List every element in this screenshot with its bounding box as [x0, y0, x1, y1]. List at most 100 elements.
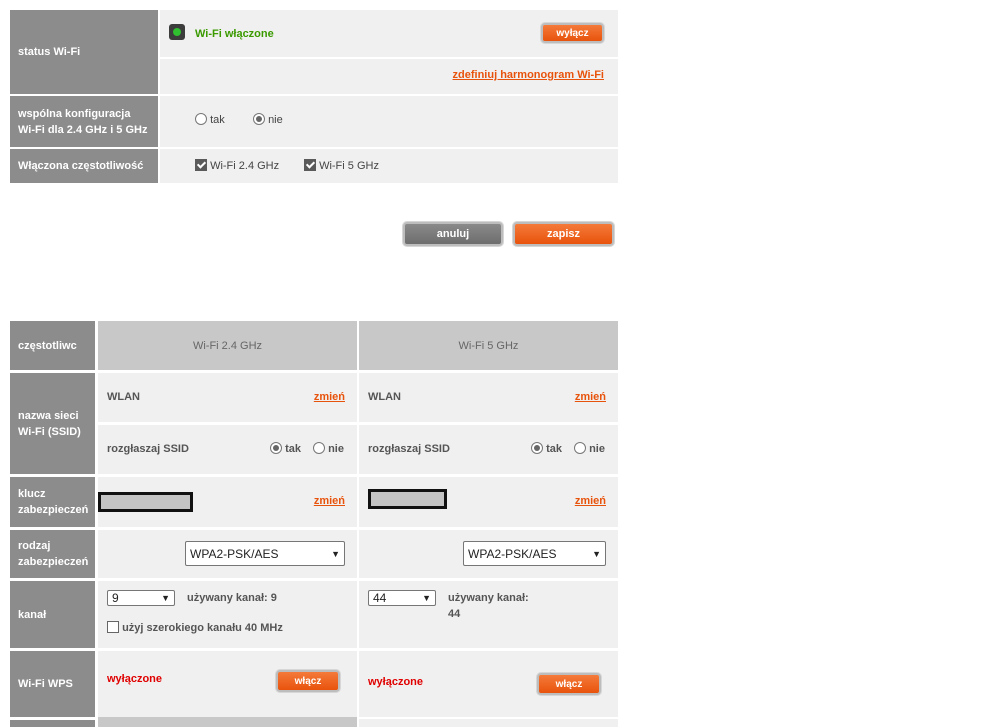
- schedule-cell: zdefiniuj harmonogram Wi-Fi: [160, 59, 618, 94]
- band-24-wps-cell: wyłączone włącz: [98, 651, 357, 717]
- band-5-broadcast-no-label: nie: [589, 443, 605, 455]
- freq-enabled-cell: Wi-Fi 2.4 GHz Wi-Fi 5 GHz: [160, 149, 618, 183]
- freq-enabled-label: Włączona częstotliwość: [10, 149, 158, 183]
- band-5-channel-select[interactable]: 44 ▼: [368, 590, 436, 606]
- band-24-broadcast-label: rozgłaszaj SSID: [107, 443, 189, 455]
- band-24-wps-on-button[interactable]: włącz: [276, 670, 340, 692]
- next-row-band-5: [359, 719, 618, 727]
- radio-band-5-no[interactable]: [574, 442, 586, 454]
- wps-label: Wi-Fi WPS: [10, 651, 95, 717]
- band-24-broadcast-no-label: nie: [328, 443, 344, 455]
- wps-label-text: Wi-Fi WPS: [18, 678, 73, 690]
- common-config-yes-label: tak: [210, 114, 225, 126]
- band-5-broadcast-cell: rozgłaszaj SSID tak nie: [359, 425, 618, 474]
- security-label-text: rodzaj zabezpieczeń: [18, 540, 89, 568]
- band-5-key-masked: [368, 489, 447, 509]
- wide-channel-option[interactable]: użyj szerokiego kanału 40 MHz: [107, 621, 283, 634]
- checkbox-5[interactable]: [304, 159, 316, 171]
- radio-no[interactable]: [253, 113, 265, 125]
- band-24-broadcast-cell: rozgłaszaj SSID tak nie: [98, 425, 357, 474]
- band-5-broadcast-yes-label: tak: [546, 443, 562, 455]
- chevron-down-icon: ▼: [422, 593, 431, 603]
- freq-24-option[interactable]: Wi-Fi 2.4 GHz: [195, 159, 279, 172]
- freq-enabled-label-text: Włączona częstotliwość: [18, 160, 144, 172]
- band-24-broadcast-no[interactable]: nie: [313, 442, 344, 455]
- ssid-label: nazwa sieci Wi-Fi (SSID): [10, 373, 95, 474]
- schedule-link[interactable]: zdefiniuj harmonogram Wi-Fi: [453, 69, 604, 81]
- band-5-broadcast-label: rozgłaszaj SSID: [368, 443, 450, 455]
- band-24-key-cell: zmień: [98, 477, 357, 527]
- band-5-broadcast-yes[interactable]: tak: [531, 442, 562, 455]
- band-5-security-value: WPA2-PSK/AES: [468, 546, 557, 561]
- next-row-band-24: [98, 717, 357, 727]
- band-5-key-cell: zmień: [359, 477, 618, 527]
- band-5-wps-on-button[interactable]: włącz: [537, 673, 601, 695]
- band-24-key-masked: [98, 492, 193, 512]
- status-wifi-label: status Wi-Fi: [10, 10, 158, 94]
- band-5-ssid-cell: WLAN zmień: [359, 373, 618, 422]
- wide-channel-checkbox[interactable]: [107, 621, 119, 633]
- freq-24-label: Wi-Fi 2.4 GHz: [210, 160, 280, 172]
- status-indicator-icon: [169, 24, 185, 40]
- common-config-label-text: wspólna konfiguracja Wi-Fi dla 2.4 GHz i…: [18, 107, 148, 136]
- common-config-yes-option[interactable]: tak: [195, 113, 225, 126]
- band-24-broadcast-yes[interactable]: tak: [270, 442, 301, 455]
- freq-5-option[interactable]: Wi-Fi 5 GHz: [304, 159, 379, 172]
- channel-label: kanał: [10, 581, 95, 648]
- band-5-channel-cell: 44 ▼ używany kanał: 44: [359, 581, 618, 648]
- band-24-channel-value: 9: [112, 591, 119, 605]
- key-label-text: klucz zabezpieczeń: [18, 488, 89, 516]
- radio-band-5-yes[interactable]: [531, 442, 543, 454]
- key-label: klucz zabezpieczeń: [10, 477, 95, 527]
- band-5-used-channel-1: używany kanał:: [448, 592, 529, 604]
- band-5-header: Wi-Fi 5 GHz: [359, 321, 618, 370]
- band-24-ssid-value: WLAN: [107, 391, 140, 403]
- save-button[interactable]: zapisz: [513, 222, 614, 246]
- band-5-key-change-link[interactable]: zmień: [575, 495, 606, 507]
- band-24-security-select[interactable]: WPA2-PSK/AES ▼: [185, 541, 345, 566]
- chevron-down-icon: ▼: [331, 548, 340, 559]
- band-24-broadcast-yes-label: tak: [285, 443, 301, 455]
- band-5-used-channel-2: 44: [448, 608, 461, 620]
- band-24-ssid-cell: WLAN zmień: [98, 373, 357, 422]
- chevron-down-icon: ▼: [161, 593, 170, 603]
- band-5-security-cell: WPA2-PSK/AES ▼: [359, 530, 618, 578]
- common-config-label: wspólna konfiguracja Wi-Fi dla 2.4 GHz i…: [10, 96, 158, 147]
- band-5-security-select[interactable]: WPA2-PSK/AES ▼: [463, 541, 606, 566]
- band-5-wps-cell: wyłączone włącz: [359, 651, 618, 717]
- band-24-header: Wi-Fi 2.4 GHz: [98, 321, 357, 370]
- bands-header-label-text: częstotliwc: [18, 339, 77, 352]
- wifi-off-button[interactable]: wyłącz: [541, 23, 604, 43]
- band-5-ssid-value: WLAN: [368, 391, 401, 403]
- band-24-security-cell: WPA2-PSK/AES ▼: [98, 530, 357, 578]
- chevron-down-icon: ▼: [592, 548, 601, 559]
- band-5-ssid-change-link[interactable]: zmień: [575, 391, 606, 403]
- band-24-wps-state: wyłączone: [107, 673, 163, 685]
- band-24-channel-select[interactable]: 9 ▼: [107, 590, 175, 606]
- wide-channel-label: użyj szerokiego kanału 40 MHz: [122, 622, 283, 634]
- cancel-button[interactable]: anuluj: [403, 222, 503, 246]
- radio-band-24-yes[interactable]: [270, 442, 282, 454]
- band-5-wps-state: wyłączone: [368, 676, 424, 688]
- checkbox-24[interactable]: [195, 159, 207, 171]
- radio-band-24-no[interactable]: [313, 442, 325, 454]
- wifi-status-text: Wi-Fi włączone: [195, 28, 274, 40]
- band-24-key-change-link[interactable]: zmień: [314, 495, 345, 507]
- security-label: rodzaj zabezpieczeń: [10, 530, 95, 578]
- status-wifi-label-text: status Wi-Fi: [18, 46, 81, 58]
- band-24-used-channel: używany kanał: 9: [187, 592, 277, 604]
- next-row-label: [10, 720, 95, 727]
- ssid-label-text: nazwa sieci Wi-Fi (SSID): [18, 409, 81, 438]
- radio-yes[interactable]: [195, 113, 207, 125]
- band-5-channel-value: 44: [373, 591, 387, 605]
- band-24-security-value: WPA2-PSK/AES: [190, 546, 279, 561]
- band-24-channel-cell: 9 ▼ używany kanał: 9 użyj szerokiego kana…: [98, 581, 357, 648]
- band-5-broadcast-no[interactable]: nie: [574, 442, 605, 455]
- bands-header-label: częstotliwc: [10, 321, 95, 370]
- channel-label-text: kanał: [18, 608, 47, 621]
- common-config-cell: tak nie: [160, 96, 618, 147]
- common-config-no-option[interactable]: nie: [253, 113, 283, 126]
- band-24-ssid-change-link[interactable]: zmień: [314, 391, 345, 403]
- freq-5-label: Wi-Fi 5 GHz: [319, 160, 379, 172]
- common-config-no-label: nie: [268, 114, 283, 126]
